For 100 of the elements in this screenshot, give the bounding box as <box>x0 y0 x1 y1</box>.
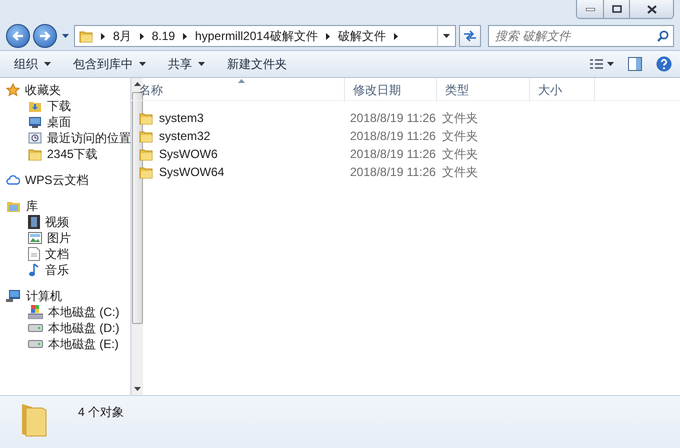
folder-arrow-icon <box>28 99 42 113</box>
maximize-icon <box>612 5 622 13</box>
sidebar-label: 本地磁盘 (D:) <box>48 320 120 336</box>
table-cell-text: 文件夹 <box>441 164 478 180</box>
scroll-up-icon[interactable] <box>134 82 141 86</box>
column-header[interactable]: 类型 <box>437 78 530 102</box>
table-cell-text: 文件夹 <box>441 110 478 126</box>
sidebar-label: 库 <box>26 198 38 214</box>
caret-icon <box>62 34 69 38</box>
refresh-icon <box>463 30 477 42</box>
sidebar-item[interactable]: 2345下载 <box>0 146 131 162</box>
caret-icon <box>607 62 614 66</box>
sidebar-label: 收藏夹 <box>25 82 61 98</box>
view-options-button[interactable] <box>588 56 616 72</box>
star-icon <box>6 83 20 97</box>
sidebar-item[interactable]: WPS云文档 <box>0 172 131 188</box>
search-field[interactable]: 搜索 破解文件 <box>488 25 674 47</box>
music-note-icon <box>28 263 40 277</box>
table-cell-text: 2018/8/19 11:26 <box>349 128 436 144</box>
help-icon <box>656 56 672 72</box>
toolbar-button[interactable]: 包含到库中 <box>65 52 154 76</box>
close-button[interactable] <box>629 0 673 18</box>
library-icon <box>6 200 21 212</box>
sidebar-item[interactable]: 本地磁盘 (D:) <box>0 320 131 336</box>
sidebar-label: 文档 <box>45 246 69 262</box>
sidebar-item[interactable]: 桌面 <box>0 114 131 130</box>
table-cell-text: 2018/8/19 11:26 <box>349 146 436 162</box>
folder-icon <box>79 29 93 43</box>
drive-icon <box>28 340 43 348</box>
folder-icon <box>139 111 153 125</box>
chevron-icon <box>140 32 144 40</box>
toolbar-button[interactable]: 组织 <box>6 52 59 76</box>
sidebar-item[interactable]: 视频 <box>0 214 131 230</box>
sidebar-label: 视频 <box>45 214 69 230</box>
list-view-icon <box>590 58 603 70</box>
picture-icon <box>28 232 42 244</box>
help-button[interactable] <box>654 54 674 74</box>
sidebar-item[interactable]: 库 <box>0 198 131 214</box>
back-arrow-icon <box>12 31 24 41</box>
minimize-icon <box>586 8 594 10</box>
sidebar-item[interactable]: 收藏夹 <box>0 82 131 98</box>
sidebar-item[interactable]: 本地磁盘 (E:) <box>0 336 131 352</box>
file-name[interactable]: SysWOW64 <box>159 164 224 180</box>
sidebar-item[interactable]: 下载 <box>0 98 131 114</box>
sidebar-label: 最近访问的位置 <box>47 130 131 146</box>
forward-button[interactable] <box>33 24 57 48</box>
caret-icon <box>443 34 450 38</box>
chevron-icon <box>394 32 398 40</box>
file-name[interactable]: system3 <box>159 110 204 126</box>
column-header[interactable]: 修改日期 <box>345 78 437 102</box>
table-cell-text: 文件夹 <box>441 146 478 162</box>
breadcrumb[interactable]: 8月 <box>113 28 132 44</box>
status-text: 4 个对象 <box>78 404 124 421</box>
address-field[interactable]: 8月 8.19 hypermill2014破解文件 破解文件 <box>74 25 456 47</box>
scroll-down-icon[interactable] <box>134 387 141 391</box>
breadcrumb[interactable]: hypermill2014破解文件 <box>195 28 318 44</box>
refresh-button[interactable] <box>459 25 481 47</box>
file-name[interactable]: SysWOW6 <box>159 146 218 162</box>
back-button[interactable] <box>6 24 30 48</box>
history-dropdown[interactable] <box>60 34 71 38</box>
caret-icon <box>44 62 51 66</box>
computer-icon <box>6 290 21 302</box>
column-header[interactable]: 大小 <box>530 78 595 102</box>
chevron-icon <box>326 32 330 40</box>
sidebar-label: 下载 <box>47 98 71 114</box>
column-header[interactable]: 名称 <box>131 78 345 102</box>
monitor-icon <box>28 115 42 129</box>
sidebar-label: 图片 <box>47 230 71 246</box>
breadcrumb[interactable]: 8.19 <box>152 29 176 43</box>
cloud-icon <box>6 174 20 186</box>
caret-icon <box>198 62 205 66</box>
sidebar-item[interactable]: 最近访问的位置 <box>0 130 131 146</box>
search-icon <box>657 30 669 42</box>
toolbar-button[interactable]: 新建文件夹 <box>219 52 295 76</box>
forward-arrow-icon <box>39 31 51 41</box>
sidebar-item[interactable]: 图片 <box>0 230 131 246</box>
breadcrumb[interactable]: 破解文件 <box>338 28 386 44</box>
sidebar-label: 桌面 <box>47 114 71 130</box>
document-icon <box>28 247 40 261</box>
sidebar-item[interactable]: 音乐 <box>0 262 131 278</box>
clock-folder-icon <box>28 131 42 145</box>
table-cell-text: 文件夹 <box>441 128 478 144</box>
drive-icon <box>28 324 43 332</box>
maximize-button[interactable] <box>603 0 629 18</box>
sidebar-item[interactable]: 本地磁盘 (C:) <box>0 304 131 320</box>
folder-icon <box>139 129 153 143</box>
chevron-icon <box>101 32 105 40</box>
sidebar-label: 2345下载 <box>47 146 98 162</box>
sidebar-item[interactable]: 计算机 <box>0 288 131 304</box>
table-cell-text: 2018/8/19 11:26 <box>349 164 436 180</box>
file-name[interactable]: system32 <box>159 128 210 144</box>
sidebar-label: WPS云文档 <box>25 172 88 188</box>
close-icon <box>646 4 656 14</box>
caret-icon <box>139 62 146 66</box>
preview-pane-button[interactable] <box>626 55 644 73</box>
sidebar-label: 计算机 <box>26 288 62 304</box>
toolbar-button[interactable]: 共享 <box>160 52 213 76</box>
sidebar-item[interactable]: 文档 <box>0 246 131 262</box>
minimize-button[interactable] <box>577 0 603 18</box>
table-cell-text: 2018/8/19 11:26 <box>349 110 436 126</box>
